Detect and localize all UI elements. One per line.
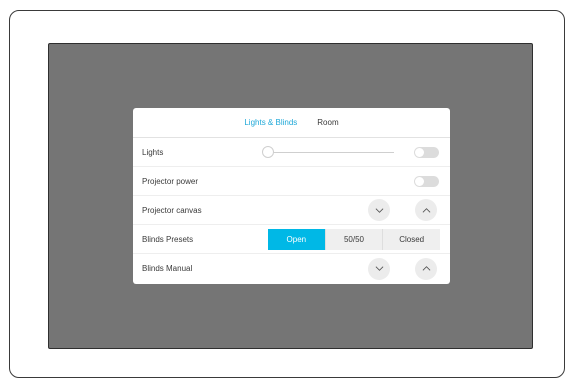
tab-lights-and-blinds[interactable]: Lights & Blinds	[242, 116, 299, 129]
blinds-presets-label: Blinds Presets	[142, 234, 194, 244]
tab-bar: Lights & Blinds Room	[133, 108, 450, 138]
lights-row: Lights	[133, 138, 450, 167]
lights-toggle[interactable]	[414, 146, 439, 158]
blinds-presets-row: Blinds Presets Open 50/50 Closed	[133, 225, 450, 254]
blinds-manual-label: Blinds Manual	[142, 264, 193, 273]
blinds-manual-row: Blinds Manual	[133, 254, 450, 283]
projector-canvas-down-button[interactable]	[368, 199, 390, 221]
room-controls-panel: Lights & Blinds Room Lights Projector po…	[133, 108, 450, 284]
chevron-down-icon	[375, 207, 383, 213]
projector-power-toggle[interactable]	[414, 175, 439, 187]
projector-canvas-label: Projector canvas	[142, 205, 202, 215]
chevron-up-icon	[422, 266, 430, 271]
preset-open-button[interactable]: Open	[268, 229, 325, 250]
projector-canvas-row: Projector canvas	[133, 196, 450, 225]
projector-power-label: Projector power	[142, 176, 199, 186]
toggle-knob	[415, 147, 424, 157]
lights-slider-track[interactable]	[266, 152, 394, 153]
preset-50-50-button[interactable]: 50/50	[324, 229, 383, 250]
chevron-up-icon	[422, 207, 430, 213]
chevron-down-icon	[375, 266, 383, 271]
lights-label: Lights	[142, 147, 164, 157]
projector-canvas-up-button[interactable]	[415, 199, 437, 221]
projector-power-row: Projector power	[133, 167, 450, 196]
toggle-knob	[415, 176, 424, 186]
preset-closed-button[interactable]: Closed	[382, 229, 441, 250]
lights-slider-thumb[interactable]	[262, 146, 274, 158]
blinds-manual-down-button[interactable]	[368, 257, 390, 280]
blinds-presets-segmented-control: Open 50/50 Closed	[268, 229, 441, 250]
blinds-manual-up-button[interactable]	[415, 257, 437, 280]
tab-room[interactable]: Room	[315, 116, 340, 129]
